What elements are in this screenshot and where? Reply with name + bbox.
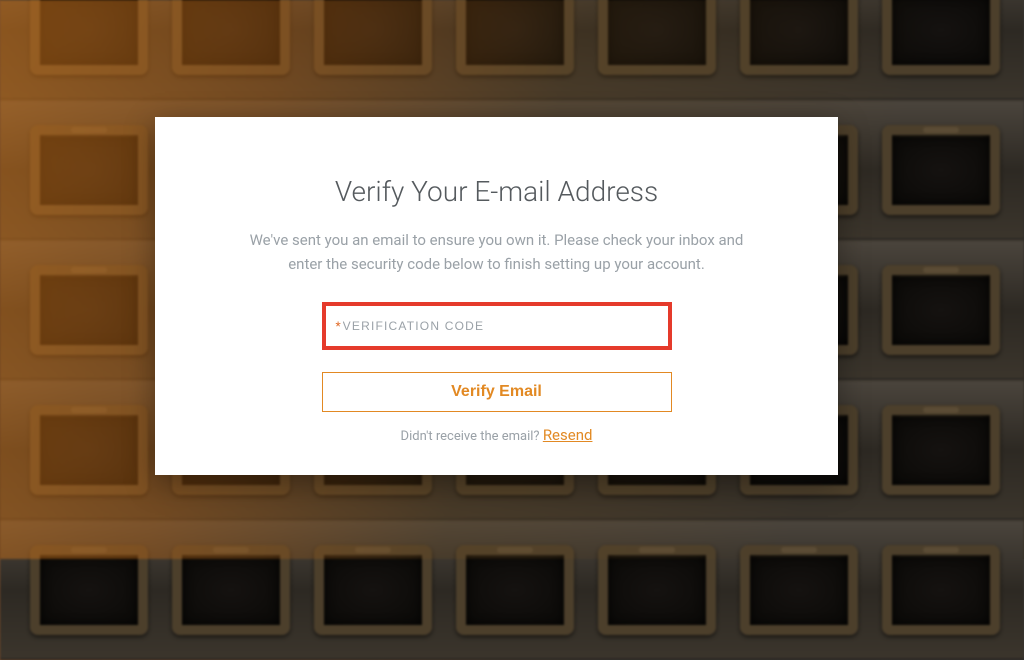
card-title: Verify Your E-mail Address <box>243 175 750 208</box>
rack-slot <box>172 0 290 75</box>
rack-slot <box>882 405 1000 495</box>
rack-slot <box>598 0 716 75</box>
resend-line: Didn't receive the email? Resend <box>243 426 750 444</box>
rack-slot <box>882 0 1000 75</box>
rack-slot <box>740 0 858 75</box>
rack-slot <box>30 265 148 355</box>
rack-slot <box>882 265 1000 355</box>
resend-link[interactable]: Resend <box>543 426 593 444</box>
verify-email-button[interactable]: Verify Email <box>322 372 672 412</box>
rack-slot <box>456 0 574 75</box>
required-asterisk-icon: * <box>336 319 341 333</box>
rack-slot <box>30 125 148 215</box>
rack-slot <box>30 405 148 495</box>
card-description: We've sent you an email to ensure you ow… <box>243 228 750 276</box>
verify-email-card: Verify Your E-mail Address We've sent yo… <box>155 117 838 475</box>
verification-code-input[interactable] <box>343 319 658 333</box>
rack-slot <box>882 125 1000 215</box>
rack-row <box>0 0 1024 100</box>
resend-prompt: Didn't receive the email? <box>401 429 540 444</box>
rack-slot <box>30 0 148 75</box>
rack-row <box>0 520 1024 660</box>
verification-code-field-wrap: * <box>322 302 672 350</box>
rack-slot <box>314 0 432 75</box>
